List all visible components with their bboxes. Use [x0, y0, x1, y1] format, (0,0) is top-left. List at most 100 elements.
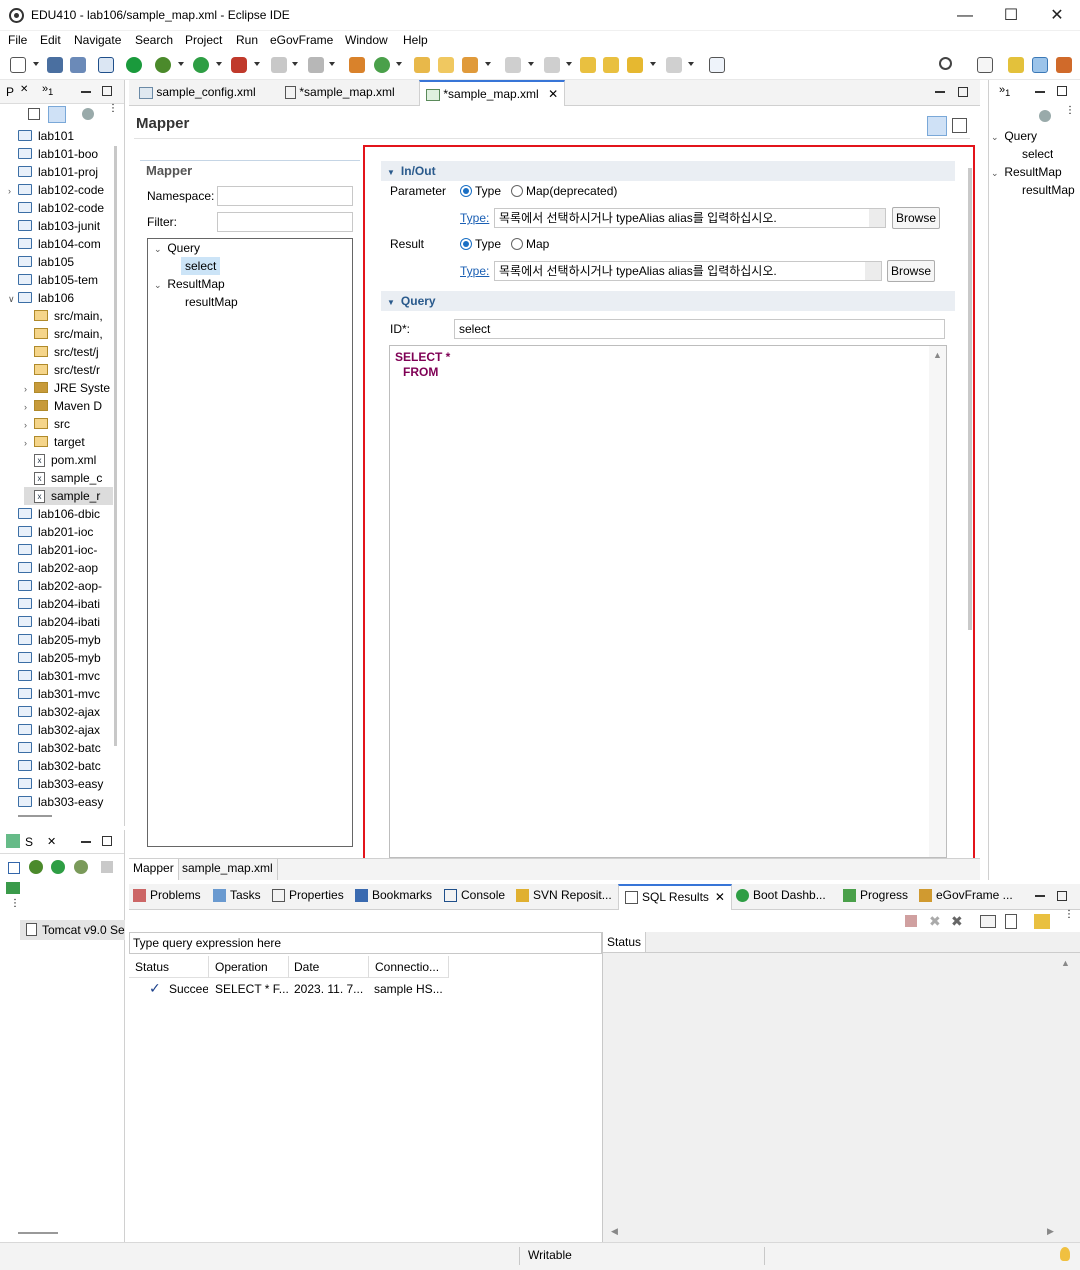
maximize-button[interactable]: ☐ — [988, 0, 1034, 31]
vertical-layout-icon[interactable] — [952, 118, 967, 133]
open-type-icon[interactable] — [414, 57, 430, 73]
search-icon[interactable] — [939, 57, 952, 70]
tab-servers[interactable]: S — [25, 835, 33, 849]
next-annotation-icon[interactable] — [505, 57, 521, 73]
tree-item[interactable]: lab201-ioc — [8, 523, 113, 541]
save-all-icon[interactable] — [70, 57, 86, 73]
menu-project[interactable]: Project — [185, 33, 222, 47]
tree-item[interactable]: › JRE Syste — [24, 379, 113, 397]
chevron-down-icon[interactable] — [485, 62, 491, 66]
tree-item[interactable]: lab101-boo — [8, 145, 113, 163]
table-row[interactable]: ✓ Succeed SELECT * F... 2023. 11. 7... s… — [129, 979, 449, 999]
tree-item[interactable]: lab301-mvc — [8, 667, 113, 685]
tree-item[interactable]: lab101 — [8, 127, 113, 145]
egov-perspective-icon[interactable] — [1032, 57, 1048, 73]
tree-item[interactable]: lab106-dbic — [8, 505, 113, 523]
maximize-editor-icon[interactable] — [958, 87, 968, 97]
chevron-down-icon[interactable] — [396, 62, 402, 66]
tab-progress[interactable]: Progress — [843, 888, 908, 903]
minimize-editor-icon[interactable] — [935, 91, 945, 93]
tab-properties[interactable]: Properties — [272, 888, 344, 903]
maximize-view-icon[interactable] — [1057, 86, 1067, 96]
debug-icon[interactable] — [155, 57, 171, 73]
col-date[interactable]: Date — [294, 960, 319, 974]
outline-item-query[interactable]: ⌄ Query — [991, 127, 1037, 145]
scroll-left-icon[interactable]: ◀ — [611, 1226, 618, 1237]
filter-icon[interactable] — [82, 108, 94, 120]
tab-problems[interactable]: Problems — [133, 888, 201, 903]
tab-console[interactable]: Console — [444, 888, 505, 903]
link-editor-icon[interactable] — [48, 106, 66, 123]
horizontal-scrollbar[interactable] — [18, 815, 52, 817]
last-edit-icon[interactable] — [580, 57, 596, 73]
tree-item[interactable]: x sample_r — [24, 487, 113, 505]
view-menu-icon[interactable]: ⋮ — [1065, 106, 1075, 116]
java-perspective-icon[interactable] — [1008, 57, 1024, 73]
col-status[interactable]: Status — [135, 960, 169, 974]
namespace-input[interactable] — [217, 186, 353, 206]
document-icon[interactable] — [1005, 914, 1017, 929]
tree-item[interactable]: › Maven D — [24, 397, 113, 415]
tree-item[interactable]: lab202-aop- — [8, 577, 113, 595]
view-menu-icon[interactable]: ⋮ — [108, 104, 118, 114]
tree-item[interactable]: lab105 — [8, 253, 113, 271]
collapse-all-icon[interactable] — [28, 108, 40, 120]
tree-item[interactable]: x pom.xml — [24, 451, 113, 469]
outline-item-resultmap-child[interactable]: resultMap — [1022, 181, 1075, 199]
menu-run[interactable]: Run — [236, 33, 258, 47]
tree-item[interactable]: lab302-batc — [8, 739, 113, 757]
open-icon[interactable] — [980, 915, 996, 928]
more-tabs-icon[interactable]: »1 — [42, 83, 53, 97]
minimize-view-icon[interactable] — [1035, 895, 1045, 897]
tree-item[interactable]: src/main, — [24, 325, 113, 343]
connect-icon[interactable] — [308, 57, 324, 73]
tree-item[interactable]: x sample_c — [24, 469, 113, 487]
tab-tasks[interactable]: Tasks — [213, 888, 261, 903]
horizontal-scrollbar[interactable] — [18, 1232, 58, 1234]
chevron-down-icon[interactable] — [292, 62, 298, 66]
tree-item[interactable]: lab301-mvc — [8, 685, 113, 703]
refresh-icon[interactable] — [374, 57, 390, 73]
query-expression-input[interactable]: Type query expression here — [129, 932, 602, 954]
tree-item[interactable]: lab302-ajax — [8, 703, 113, 721]
chevron-down-icon[interactable] — [688, 62, 694, 66]
more-tabs-icon[interactable]: »1 — [999, 84, 1010, 98]
chevron-down-icon[interactable] — [254, 62, 260, 66]
tab-sql-results[interactable]: SQL Results ✕ — [618, 884, 732, 910]
tree-item[interactable]: src/main, — [24, 307, 113, 325]
tree-item[interactable]: lab105-tem — [8, 271, 113, 289]
tab-sample-config[interactable]: sample_config.xml — [133, 80, 262, 106]
tree-item[interactable]: lab101-proj — [8, 163, 113, 181]
tree-item[interactable]: lab102-code — [8, 199, 113, 217]
tree-item[interactable]: lab204-ibati — [8, 595, 113, 613]
chevron-icon[interactable]: › — [24, 398, 34, 415]
filter-input[interactable] — [217, 212, 353, 232]
tree-item[interactable]: › target — [24, 433, 113, 451]
chevron-icon[interactable]: › — [24, 416, 34, 433]
tree-item-resultmap-child[interactable]: resultMap — [185, 293, 238, 311]
save-results-icon[interactable] — [1034, 914, 1050, 929]
server-row[interactable]: Tomcat v9.0 Se — [20, 920, 125, 940]
chevron-icon[interactable]: ∨ — [8, 290, 18, 307]
tree-item[interactable]: lab202-aop — [8, 559, 113, 577]
tree-item-query[interactable]: ⌄ Query — [154, 239, 200, 257]
filter-icon[interactable] — [1039, 110, 1051, 122]
tab-egovframe[interactable]: eGovFrame ... — [919, 888, 1013, 903]
tree-item[interactable]: › lab102-code — [8, 181, 113, 199]
chevron-down-icon[interactable] — [33, 62, 39, 66]
tree-item[interactable]: lab104-com — [8, 235, 113, 253]
menu-file[interactable]: File — [8, 33, 27, 47]
chevron-down-icon[interactable] — [650, 62, 656, 66]
start-server-icon[interactable] — [51, 860, 65, 874]
chevron-down-icon[interactable] — [216, 62, 222, 66]
minimize-button[interactable]: — — [942, 0, 988, 31]
tree-item[interactable]: lab303-easy — [8, 793, 113, 811]
col-connection[interactable]: Connectio... — [375, 960, 439, 974]
profile-server-icon[interactable] — [74, 860, 88, 874]
chevron-down-icon[interactable] — [566, 62, 572, 66]
tree-item[interactable]: ∨ lab106 — [8, 289, 113, 307]
pin-editor-icon[interactable] — [709, 57, 725, 73]
tree-item[interactable]: lab201-ioc- — [8, 541, 113, 559]
tab-package-explorer[interactable]: P — [6, 85, 14, 99]
tree-item[interactable]: lab103-junit — [8, 217, 113, 235]
